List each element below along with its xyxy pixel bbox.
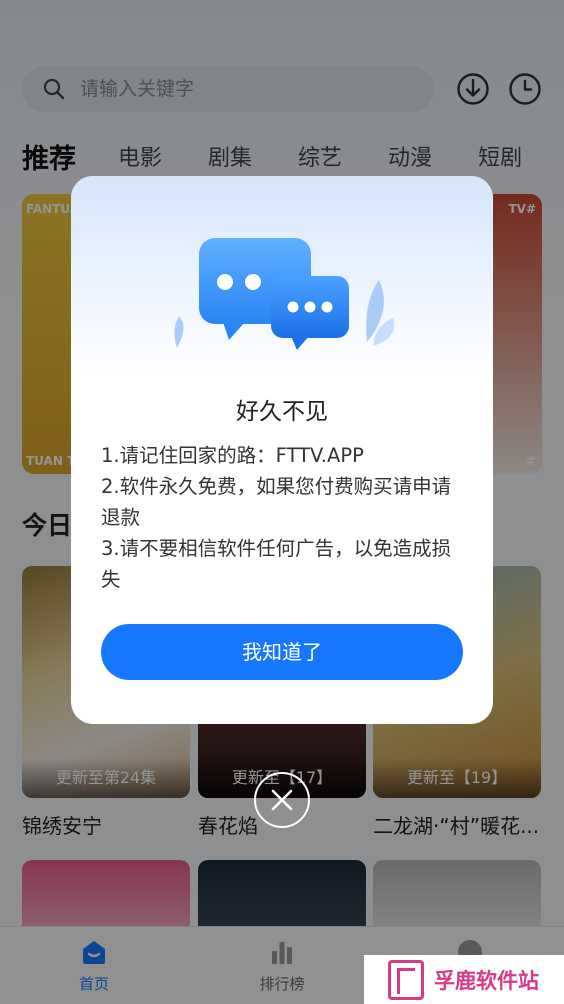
dialog-body: 1.请记住回家的路：FTTV.APP 2.软件永久免费，如果您付费购买请申请退款… (101, 440, 465, 595)
watermark: 孚鹿软件站 (364, 955, 564, 1004)
watermark-text: 孚鹿软件站 (434, 967, 539, 993)
close-icon (271, 789, 293, 811)
dialog-line-3: 3.请不要相信软件任何广告，以免造成损失 (101, 537, 452, 591)
dialog-line-2: 2.软件永久免费，如果您付费购买请申请退款 (101, 475, 452, 529)
chat-bubbles-icon (174, 238, 395, 350)
watermark-logo-icon (388, 959, 424, 1000)
dialog-title: 好久不见 (236, 399, 328, 425)
ok-button[interactable]: 我知道了 (101, 624, 463, 680)
notice-dialog: 好久不见 1.请记住回家的路：FTTV.APP 2.软件永久免费，如果您付费购买… (71, 176, 493, 724)
close-dialog-button[interactable] (254, 772, 310, 828)
dialog-line-1: 1.请记住回家的路：FTTV.APP (101, 444, 364, 467)
